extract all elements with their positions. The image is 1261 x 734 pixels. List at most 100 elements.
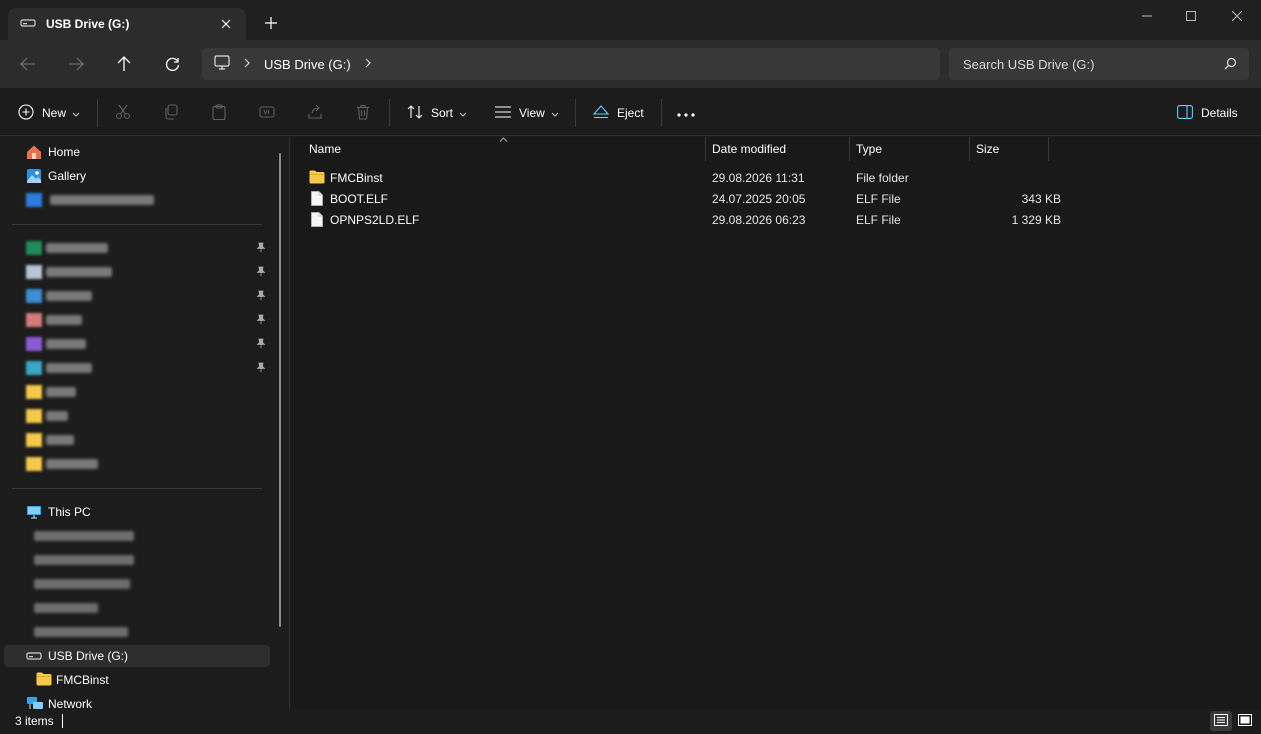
sidebar-item-drive[interactable] <box>4 525 270 547</box>
more-options-button[interactable] <box>677 101 695 125</box>
close-tab-icon[interactable] <box>216 14 236 34</box>
new-button-label: New <box>42 106 67 120</box>
blurred-label <box>46 363 92 373</box>
search-icon <box>1224 57 1237 73</box>
sidebar-item-pinned[interactable] <box>4 333 270 355</box>
documents-icon <box>26 265 42 279</box>
maximize-button[interactable] <box>1168 0 1214 32</box>
pin-icon[interactable] <box>256 313 266 327</box>
blurred-label <box>34 531 134 541</box>
column-header-type[interactable]: Type <box>856 137 966 161</box>
toolbar-divider <box>389 99 390 127</box>
sidebar-item-drive[interactable] <box>4 573 270 595</box>
tab-title: USB Drive (G:) <box>46 17 130 31</box>
copy-button[interactable] <box>163 101 179 125</box>
sidebar-item-folder[interactable] <box>4 453 270 475</box>
sidebar-item-drive[interactable] <box>4 549 270 571</box>
breadcrumb-usb-drive[interactable]: USB Drive (G:) <box>264 57 351 72</box>
details-view-button[interactable] <box>1210 711 1232 731</box>
toolbar-divider <box>661 99 662 127</box>
refresh-button[interactable] <box>158 50 186 78</box>
sidebar-item-gallery[interactable]: Gallery <box>4 165 270 187</box>
downloads-icon <box>26 241 42 255</box>
column-separator[interactable] <box>705 137 706 161</box>
back-button[interactable] <box>14 50 42 78</box>
search-input[interactable]: Search USB Drive (G:) <box>963 57 1094 72</box>
delete-button[interactable] <box>355 101 371 125</box>
pin-icon[interactable] <box>256 361 266 375</box>
column-header-date[interactable]: Date modified <box>712 137 842 161</box>
file-row-fmcbinst[interactable]: FMCBinst 29.08.2026 11:31 File folder <box>301 167 1051 188</box>
file-row-opnps2ld-elf[interactable]: OPNPS2LD.ELF 29.08.2026 06:23 ELF File 1… <box>301 209 1061 230</box>
blurred-label <box>46 435 74 445</box>
column-separator[interactable] <box>969 137 970 161</box>
new-button[interactable]: New <box>18 101 80 125</box>
column-header-name[interactable]: Name <box>309 137 699 161</box>
file-list: Name Date modified Type Size FMCBinst 29… <box>291 137 1261 709</box>
sidebar-scrollbar[interactable] <box>279 153 281 627</box>
pictures-icon <box>26 289 42 303</box>
column-separator[interactable] <box>849 137 850 161</box>
details-button[interactable]: Details <box>1177 101 1238 125</box>
paste-button[interactable] <box>211 101 227 125</box>
sidebar-item-home[interactable]: Home <box>4 141 270 163</box>
file-type: File folder <box>856 171 909 185</box>
tiles-view-button[interactable] <box>1234 711 1256 731</box>
sidebar-item-network[interactable]: Network <box>4 693 270 709</box>
folder-icon <box>26 409 42 423</box>
address-bar[interactable]: USB Drive (G:) <box>202 48 940 80</box>
navigation-bar: USB Drive (G:) Search USB Drive (G:) <box>0 40 1261 88</box>
sidebar-item-folder[interactable] <box>4 405 270 427</box>
close-window-button[interactable] <box>1214 0 1260 32</box>
sidebar-item-pinned[interactable] <box>4 309 270 331</box>
text-caret <box>62 714 63 728</box>
chevron-down-icon <box>551 106 559 120</box>
eject-icon <box>592 104 610 122</box>
new-tab-button[interactable] <box>260 12 282 34</box>
pin-icon[interactable] <box>256 241 266 255</box>
share-button[interactable] <box>307 101 323 125</box>
folder-icon <box>26 433 42 447</box>
rename-button[interactable] <box>259 101 275 125</box>
file-name: BOOT.ELF <box>330 192 389 206</box>
sidebar-item-usb-drive[interactable]: USB Drive (G:) <box>4 645 270 667</box>
sidebar-item-fmcbinst[interactable]: FMCBinst <box>4 669 270 691</box>
sidebar-item-folder[interactable] <box>4 429 270 451</box>
chevron-right-icon[interactable] <box>244 57 250 71</box>
item-count: 3 items <box>15 714 54 728</box>
pin-icon[interactable] <box>256 337 266 351</box>
file-name: OPNPS2LD.ELF <box>330 213 420 227</box>
sidebar-item-pinned[interactable] <box>4 357 270 379</box>
search-box[interactable]: Search USB Drive (G:) <box>949 48 1249 80</box>
sidebar-item-folder[interactable] <box>4 381 270 403</box>
rename-icon <box>259 104 275 123</box>
file-row-boot-elf[interactable]: BOOT.ELF 24.07.2025 20:05 ELF File 343 K… <box>301 188 1061 209</box>
sidebar-item-pinned[interactable] <box>4 285 270 307</box>
column-header-size[interactable]: Size <box>976 137 1046 161</box>
up-button[interactable] <box>110 50 138 78</box>
sidebar-item-pinned[interactable] <box>4 237 270 259</box>
sidebar-item-pinned[interactable] <box>4 261 270 283</box>
sidebar-item-label: This PC <box>48 505 91 519</box>
blurred-label <box>34 555 134 565</box>
chevron-right-icon[interactable] <box>365 57 371 71</box>
eject-button[interactable]: Eject <box>592 101 644 125</box>
sort-button-label: Sort <box>431 106 454 120</box>
blurred-label <box>46 339 86 349</box>
minimize-button[interactable] <box>1124 0 1170 32</box>
pin-icon[interactable] <box>256 289 266 303</box>
forward-button[interactable] <box>62 50 90 78</box>
sidebar-item-drive[interactable] <box>4 621 270 643</box>
sidebar-item-drive[interactable] <box>4 597 270 619</box>
sort-button[interactable]: Sort <box>407 101 467 125</box>
file-type: ELF File <box>856 192 901 206</box>
sidebar-item-blurred[interactable] <box>4 189 270 211</box>
view-button[interactable]: View <box>495 101 559 125</box>
sidebar-item-this-pc[interactable]: This PC <box>4 501 270 523</box>
tab-usb-drive[interactable]: USB Drive (G:) <box>8 8 246 40</box>
toolbar-divider <box>575 99 576 127</box>
view-button-label: View <box>519 106 545 120</box>
pin-icon[interactable] <box>256 265 266 279</box>
column-separator[interactable] <box>1048 137 1049 161</box>
cut-button[interactable] <box>115 101 131 125</box>
